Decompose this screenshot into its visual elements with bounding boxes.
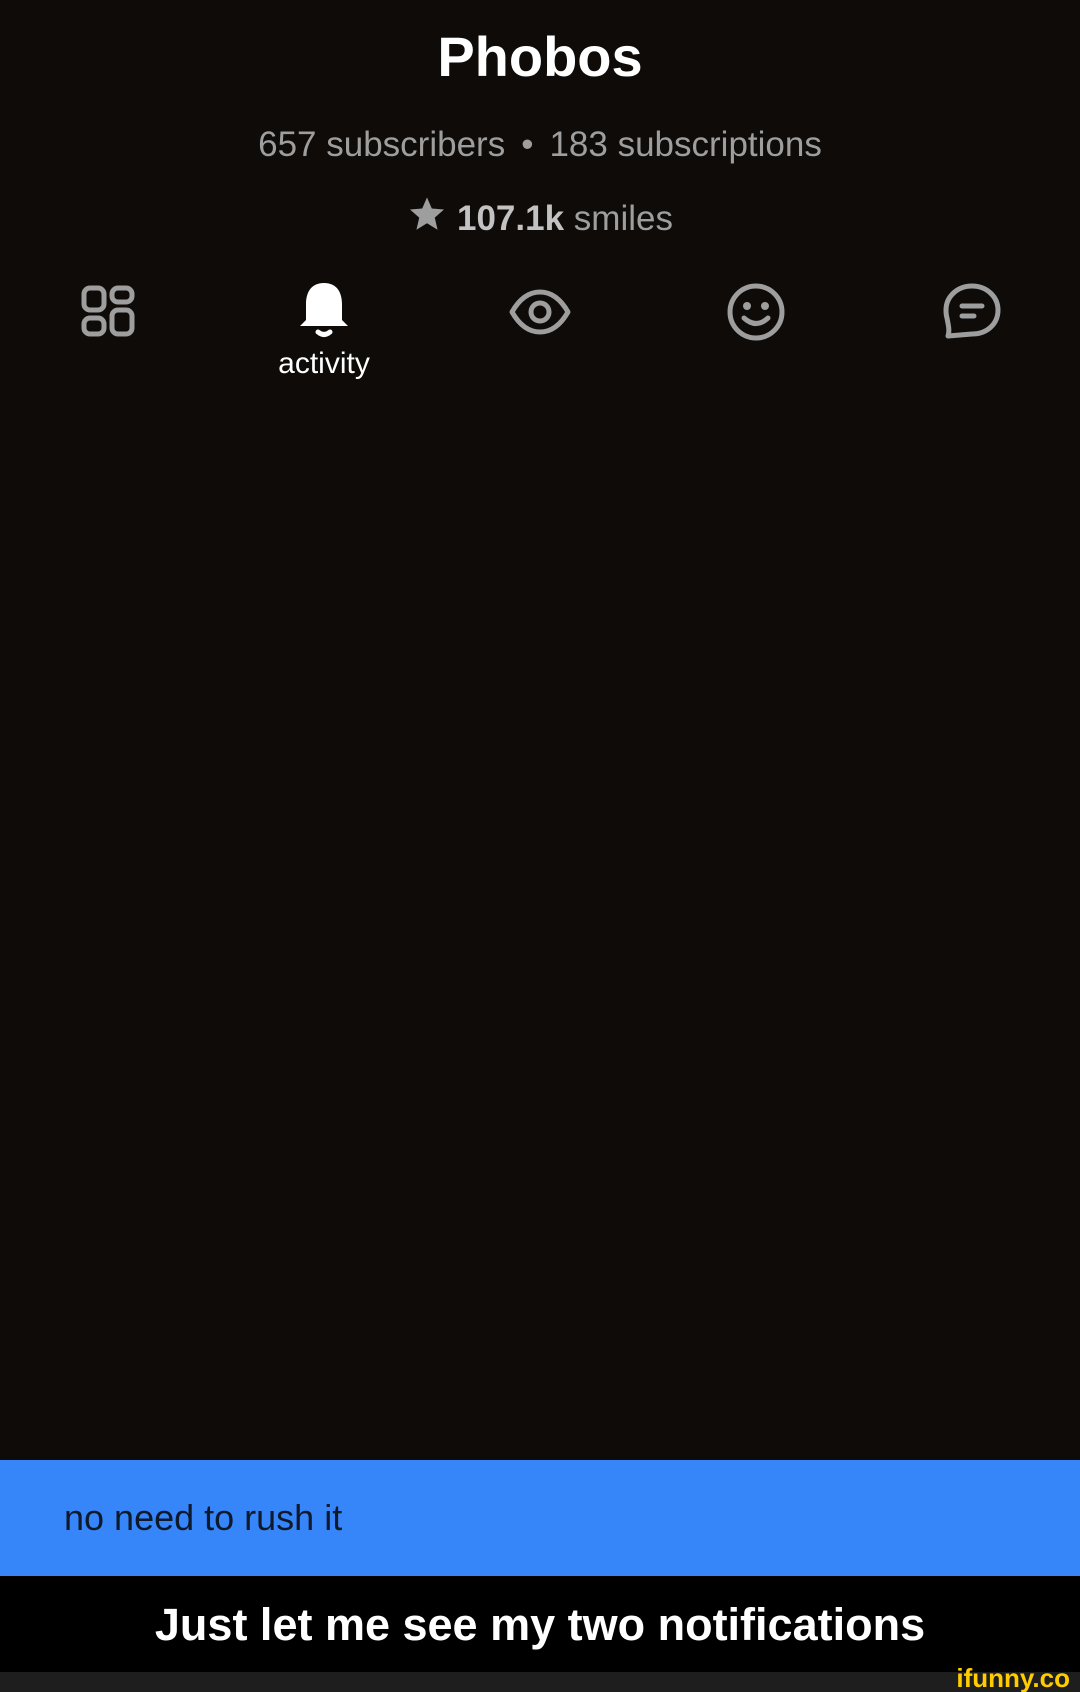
eye-icon: [470, 280, 610, 344]
smiles-label: smiles: [573, 199, 673, 238]
star-icon: [407, 196, 447, 246]
smiles-count: 107.1k: [457, 199, 565, 238]
tab-views[interactable]: [470, 280, 610, 380]
subscriptions-count[interactable]: 183 subscriptions: [549, 125, 821, 164]
smiles-stat: 107.1k smiles: [0, 196, 1080, 246]
tab-activity[interactable]: activity: [254, 280, 394, 380]
tab-grid[interactable]: [38, 280, 178, 380]
stats-separator: •: [521, 125, 534, 164]
footer-strip: [0, 1672, 1080, 1692]
grid-icon: [38, 280, 178, 344]
profile-tabs: activity: [0, 280, 1080, 380]
meme-caption: Just let me see my two notifications: [0, 1576, 1080, 1672]
snackbar-banner: no need to rush it: [0, 1460, 1080, 1576]
profile-username: Phobos: [437, 25, 643, 88]
banner-text: no need to rush it: [64, 1497, 343, 1538]
tab-smiles[interactable]: [686, 280, 826, 380]
smiley-icon: [686, 280, 826, 344]
watermark-logo: ifunny.co: [956, 1663, 1070, 1692]
chat-icon: [902, 280, 1042, 344]
tab-comments[interactable]: [902, 280, 1042, 380]
caption-text: Just let me see my two notifications: [154, 1599, 926, 1650]
bell-icon: [254, 280, 394, 344]
subscribers-count[interactable]: 657 subscribers: [258, 125, 505, 164]
profile-screen: Phobos 657 subscribers • 183 subscriptions…: [0, 0, 1080, 1692]
tab-activity-label: activity: [278, 347, 370, 380]
profile-stats: 657 subscribers • 183 subscriptions: [0, 122, 1080, 168]
